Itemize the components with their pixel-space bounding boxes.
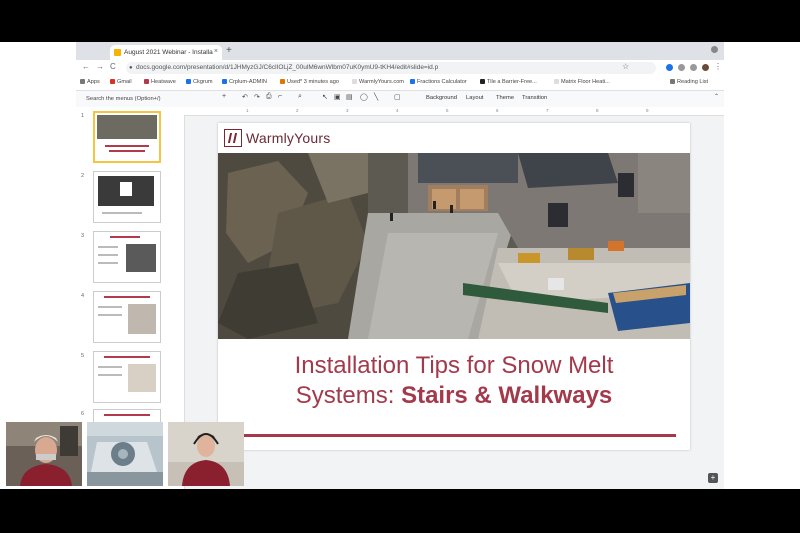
forward-arrow-icon[interactable]: →	[96, 62, 104, 71]
logo-text: WarmlyYours	[246, 130, 331, 146]
slide-number: 3	[81, 233, 85, 239]
logo-mark-icon	[224, 129, 242, 147]
slide-thumbnail-3[interactable]	[93, 231, 161, 283]
tab-close-icon[interactable]: ×	[214, 48, 218, 55]
transition-button[interactable]: Transition	[522, 95, 547, 101]
bookmark-item[interactable]: Heatwave	[144, 79, 176, 85]
webcam-presenter-2	[168, 422, 244, 486]
top-letterbox	[0, 0, 800, 42]
bookmark-item[interactable]: Crplum-ADMIN	[222, 79, 267, 85]
undo-icon[interactable]: ↶	[242, 93, 248, 101]
slide-number: 4	[81, 293, 85, 299]
text-box-icon[interactable]: ▣	[334, 93, 341, 101]
bookmark-item[interactable]: Gmail	[110, 79, 132, 85]
slide-canvas: 1 2 3 4 5 6 7 8 9 WarmlyYours Installati…	[176, 107, 724, 489]
comment-icon[interactable]: ▢	[394, 93, 401, 101]
new-tab-button[interactable]: +	[226, 45, 232, 56]
webcam-presenter-1	[6, 422, 82, 486]
title-line-2: Systems: Stairs & Walkways	[295, 382, 613, 409]
slide-number: 5	[81, 353, 85, 359]
webcam-shared-view	[87, 422, 163, 486]
slide-thumbnail-5[interactable]	[93, 351, 161, 403]
extension-icon[interactable]	[690, 64, 697, 71]
menu-kebab-icon[interactable]: ⋮	[714, 62, 722, 71]
layout-button[interactable]: Layout	[466, 95, 483, 101]
profile-avatar[interactable]	[702, 64, 709, 71]
back-arrow-icon[interactable]: ←	[82, 62, 90, 71]
line-icon[interactable]: ╲	[374, 93, 378, 101]
window-close-icon[interactable]	[711, 46, 718, 53]
zoom-icon[interactable]: ⌕	[298, 93, 302, 101]
horizontal-ruler: 1 2 3 4 5 6 7 8 9	[176, 107, 724, 116]
bookmark-star-icon[interactable]: ☆	[622, 62, 629, 71]
url-text: docs.google.com/presentation/d/1JHMyzGJ/…	[136, 64, 439, 71]
explore-icon[interactable]: +	[708, 473, 718, 483]
slide-number: 1	[81, 113, 85, 119]
url-field[interactable]: ● docs.google.com/presentation/d/1JHMyzG…	[126, 62, 656, 74]
browser-tab[interactable]: August 2021 Webinar - Installa ×	[110, 45, 222, 60]
slide-number: 6	[81, 411, 85, 417]
title-line-1: Installation Tips for Snow Melt	[294, 352, 614, 379]
title-emphasis: Stairs & Walkways	[401, 382, 613, 409]
bookmark-item[interactable]: Used* 3 minutes ago	[280, 79, 339, 85]
shape-icon[interactable]: ◯	[360, 93, 368, 101]
warmlyyours-logo: WarmlyYours	[224, 128, 330, 148]
background-button[interactable]: Background	[426, 95, 457, 101]
collapse-toolbar-icon[interactable]: ⌃	[714, 93, 719, 100]
reading-list[interactable]: Reading List	[670, 79, 708, 85]
aerial-house-photo	[218, 153, 690, 339]
select-cursor-icon[interactable]: ↖	[322, 93, 328, 101]
paint-format-icon[interactable]: ⌐	[278, 93, 282, 100]
title-underline	[232, 434, 676, 437]
bookmark-item[interactable]: Fractions Calculator	[410, 79, 467, 85]
slides-toolbar: Search the menus (Option+/) + ↶ ↷ ⎙ ⌐ ⌕ …	[76, 91, 724, 108]
bookmark-item[interactable]: WarmlyYours.com	[352, 79, 404, 85]
lock-icon: ●	[129, 65, 133, 71]
tab-strip: August 2021 Webinar - Installa × +	[76, 42, 724, 60]
bottom-letterbox	[0, 489, 800, 533]
slides-favicon-icon	[114, 49, 121, 56]
slide-thumbnail-1[interactable]	[93, 111, 161, 163]
thumb-photo	[97, 115, 157, 139]
bookmark-item[interactable]: Matrix Floor Heati...	[554, 79, 610, 85]
extension-icon[interactable]	[666, 64, 673, 71]
bookmark-apps[interactable]: Apps	[80, 79, 100, 85]
slide-thumbnail-2[interactable]	[93, 171, 161, 223]
address-bar-row: ← → C ● docs.google.com/presentation/d/1…	[76, 60, 724, 77]
slide[interactable]: WarmlyYours Installation Tips for Snow M…	[218, 123, 690, 450]
redo-icon[interactable]: ↷	[254, 93, 260, 101]
bookmarks-bar: Apps Gmail Heatwave Ckgrum Crplum-ADMIN …	[76, 76, 724, 91]
search-menus-field[interactable]: Search the menus (Option+/)	[86, 94, 204, 104]
bookmark-item[interactable]: Ckgrum	[186, 79, 213, 85]
extension-icon[interactable]	[678, 64, 685, 71]
slide-thumbnail-4[interactable]	[93, 291, 161, 343]
print-icon[interactable]: ⎙	[266, 93, 272, 101]
reload-icon[interactable]: C	[110, 62, 116, 71]
slide-title: Installation Tips for Snow Melt Systems:…	[218, 351, 690, 411]
bookmark-item[interactable]: Tile a Barrier-Free...	[480, 79, 537, 85]
image-icon[interactable]: ▤	[346, 93, 353, 101]
add-slide-icon[interactable]: +	[222, 93, 226, 100]
slide-number: 2	[81, 173, 85, 179]
tab-title: August 2021 Webinar - Installa	[124, 49, 213, 56]
theme-button[interactable]: Theme	[496, 95, 514, 101]
